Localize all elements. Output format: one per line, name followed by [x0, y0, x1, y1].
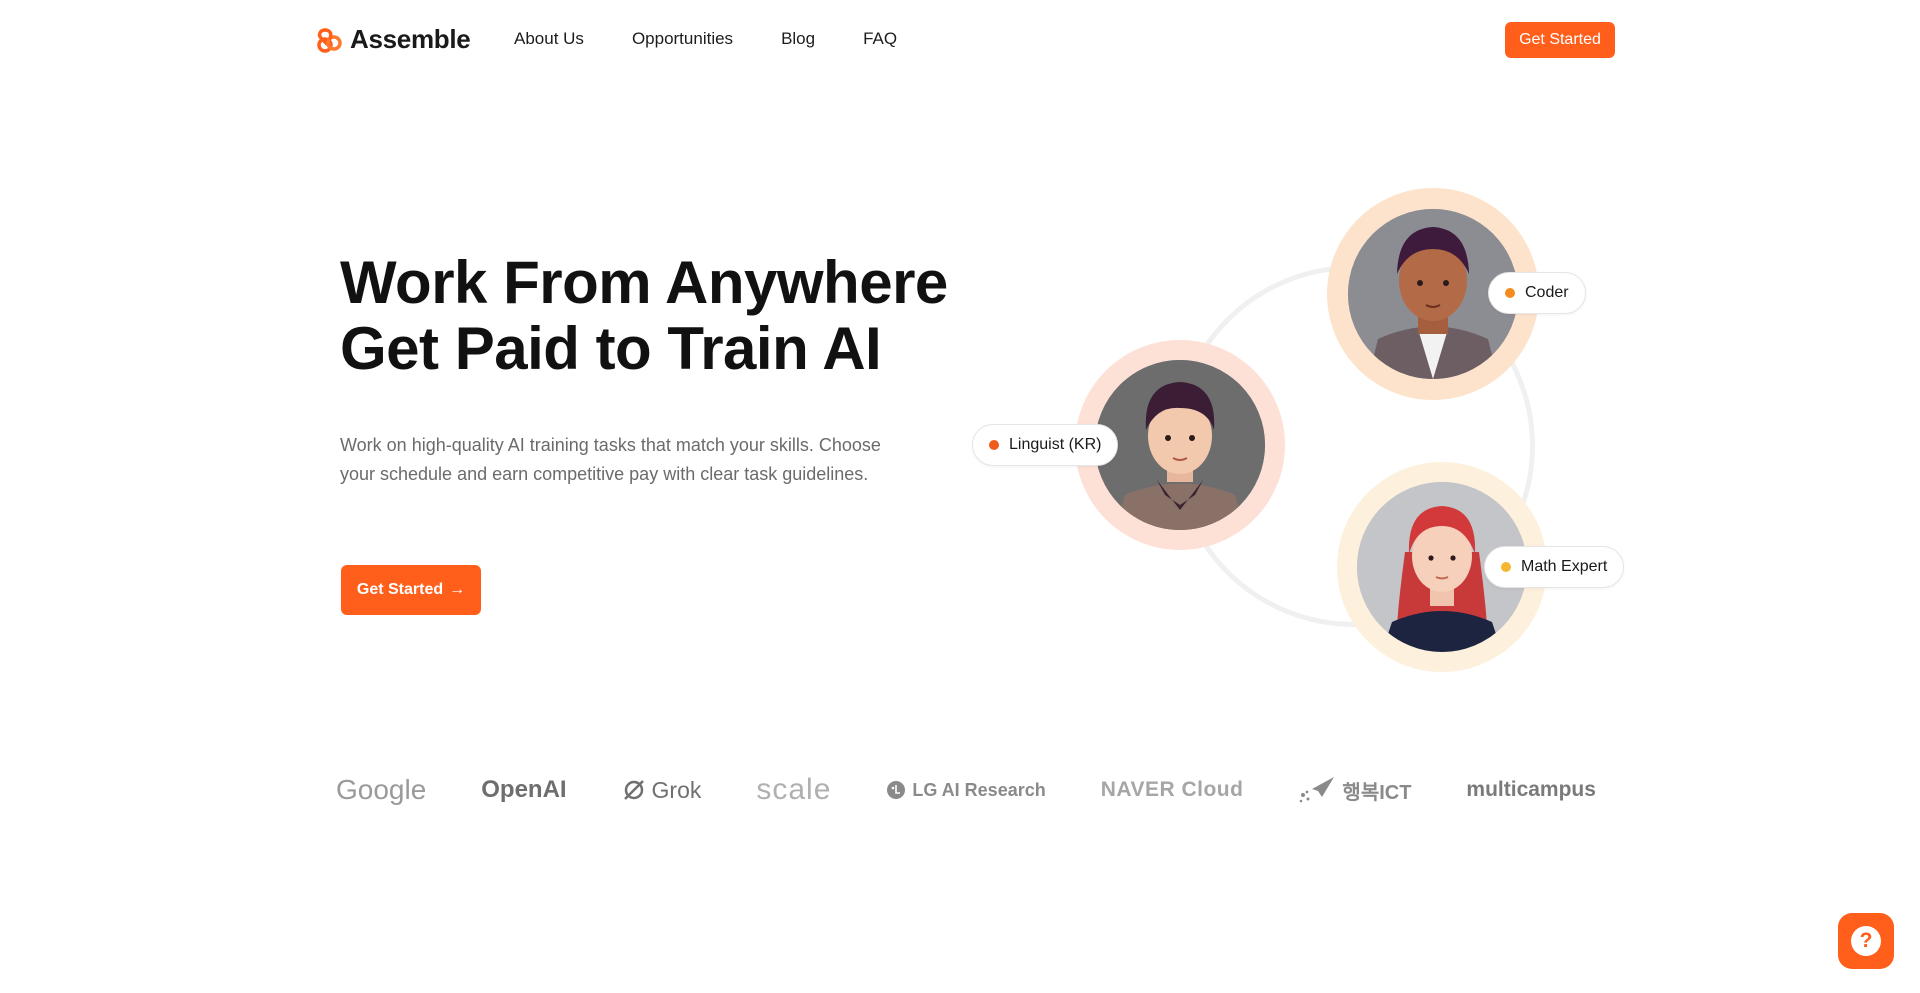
openai-logo: OpenAI [481, 776, 567, 803]
hero-cta-label: Get Started [356, 581, 444, 598]
coder-portrait-icon [1348, 209, 1518, 379]
grok-logo-text: Grok [651, 776, 702, 803]
tag-math-expert: Math Expert [1484, 546, 1625, 588]
happy-ict-logo: 행복ICT [1298, 775, 1411, 805]
naver-cloud-logo: NAVER Cloud [1100, 778, 1244, 801]
hero-get-started-button[interactable]: Get Started → [341, 565, 481, 615]
avatar-linguist [1075, 340, 1285, 550]
happy-ict-logo-text: 행복ICT [1342, 781, 1412, 804]
partner-logos: Google OpenAI Grok scale LG AI Research … [336, 765, 1596, 815]
tag-linguist-label: Linguist (KR) [1009, 436, 1102, 453]
hero-illustration: Coder Linguist (KR) Math Expert [0, 0, 1920, 993]
lg-ai-research-logo: LG AI Research [886, 779, 1046, 801]
hero-title: Work From Anywhere Get Paid to Train AI [340, 250, 948, 382]
logo[interactable]: Assemble [316, 24, 471, 55]
google-logo: Google [336, 774, 427, 805]
lg-logo-text: LG AI Research [912, 779, 1046, 800]
lg-mark-icon [887, 781, 906, 799]
math-expert-portrait-icon [1357, 482, 1527, 652]
avatar-math-expert [1337, 462, 1547, 672]
paper-plane-icon [1300, 777, 1335, 803]
multicampus-logo: multicampus [1466, 778, 1596, 801]
nav-about-us[interactable]: About Us [514, 29, 584, 49]
hero-title-line-2: Get Paid to Train AI [340, 315, 882, 382]
tag-dot-icon [1505, 288, 1515, 298]
tag-coder: Coder [1488, 272, 1586, 314]
help-button[interactable]: ? [1838, 913, 1894, 969]
tag-linguist: Linguist (KR) [972, 424, 1119, 466]
logo-text: Assemble [350, 24, 471, 54]
header-get-started-button[interactable]: Get Started [1505, 22, 1615, 58]
grok-logo: Grok [622, 776, 702, 804]
avatar-coder [1327, 188, 1539, 400]
scale-logo: scale [756, 773, 832, 806]
tag-dot-icon [989, 440, 999, 450]
question-icon: ? [1851, 926, 1881, 956]
tag-coder-label: Coder [1525, 284, 1569, 301]
nav-faq[interactable]: FAQ [863, 29, 897, 49]
nav-blog[interactable]: Blog [781, 29, 815, 49]
tag-math-expert-label: Math Expert [1521, 558, 1608, 575]
site-header: Assemble About Us Opportunities Blog FAQ… [0, 0, 1920, 80]
main-nav: About Us Opportunities Blog FAQ [514, 29, 897, 49]
arrow-right-icon: → [449, 581, 466, 598]
tag-dot-icon [1501, 562, 1511, 572]
linguist-portrait-icon [1095, 360, 1265, 530]
hero-description: Work on high-quality AI training tasks t… [340, 435, 881, 484]
orbit-ring [1173, 265, 1535, 627]
hero-title-line-1: Work From Anywhere [340, 249, 948, 316]
assemble-logo-icon [317, 27, 342, 53]
nav-opportunities[interactable]: Opportunities [632, 29, 733, 49]
grok-mark-icon [623, 780, 644, 800]
